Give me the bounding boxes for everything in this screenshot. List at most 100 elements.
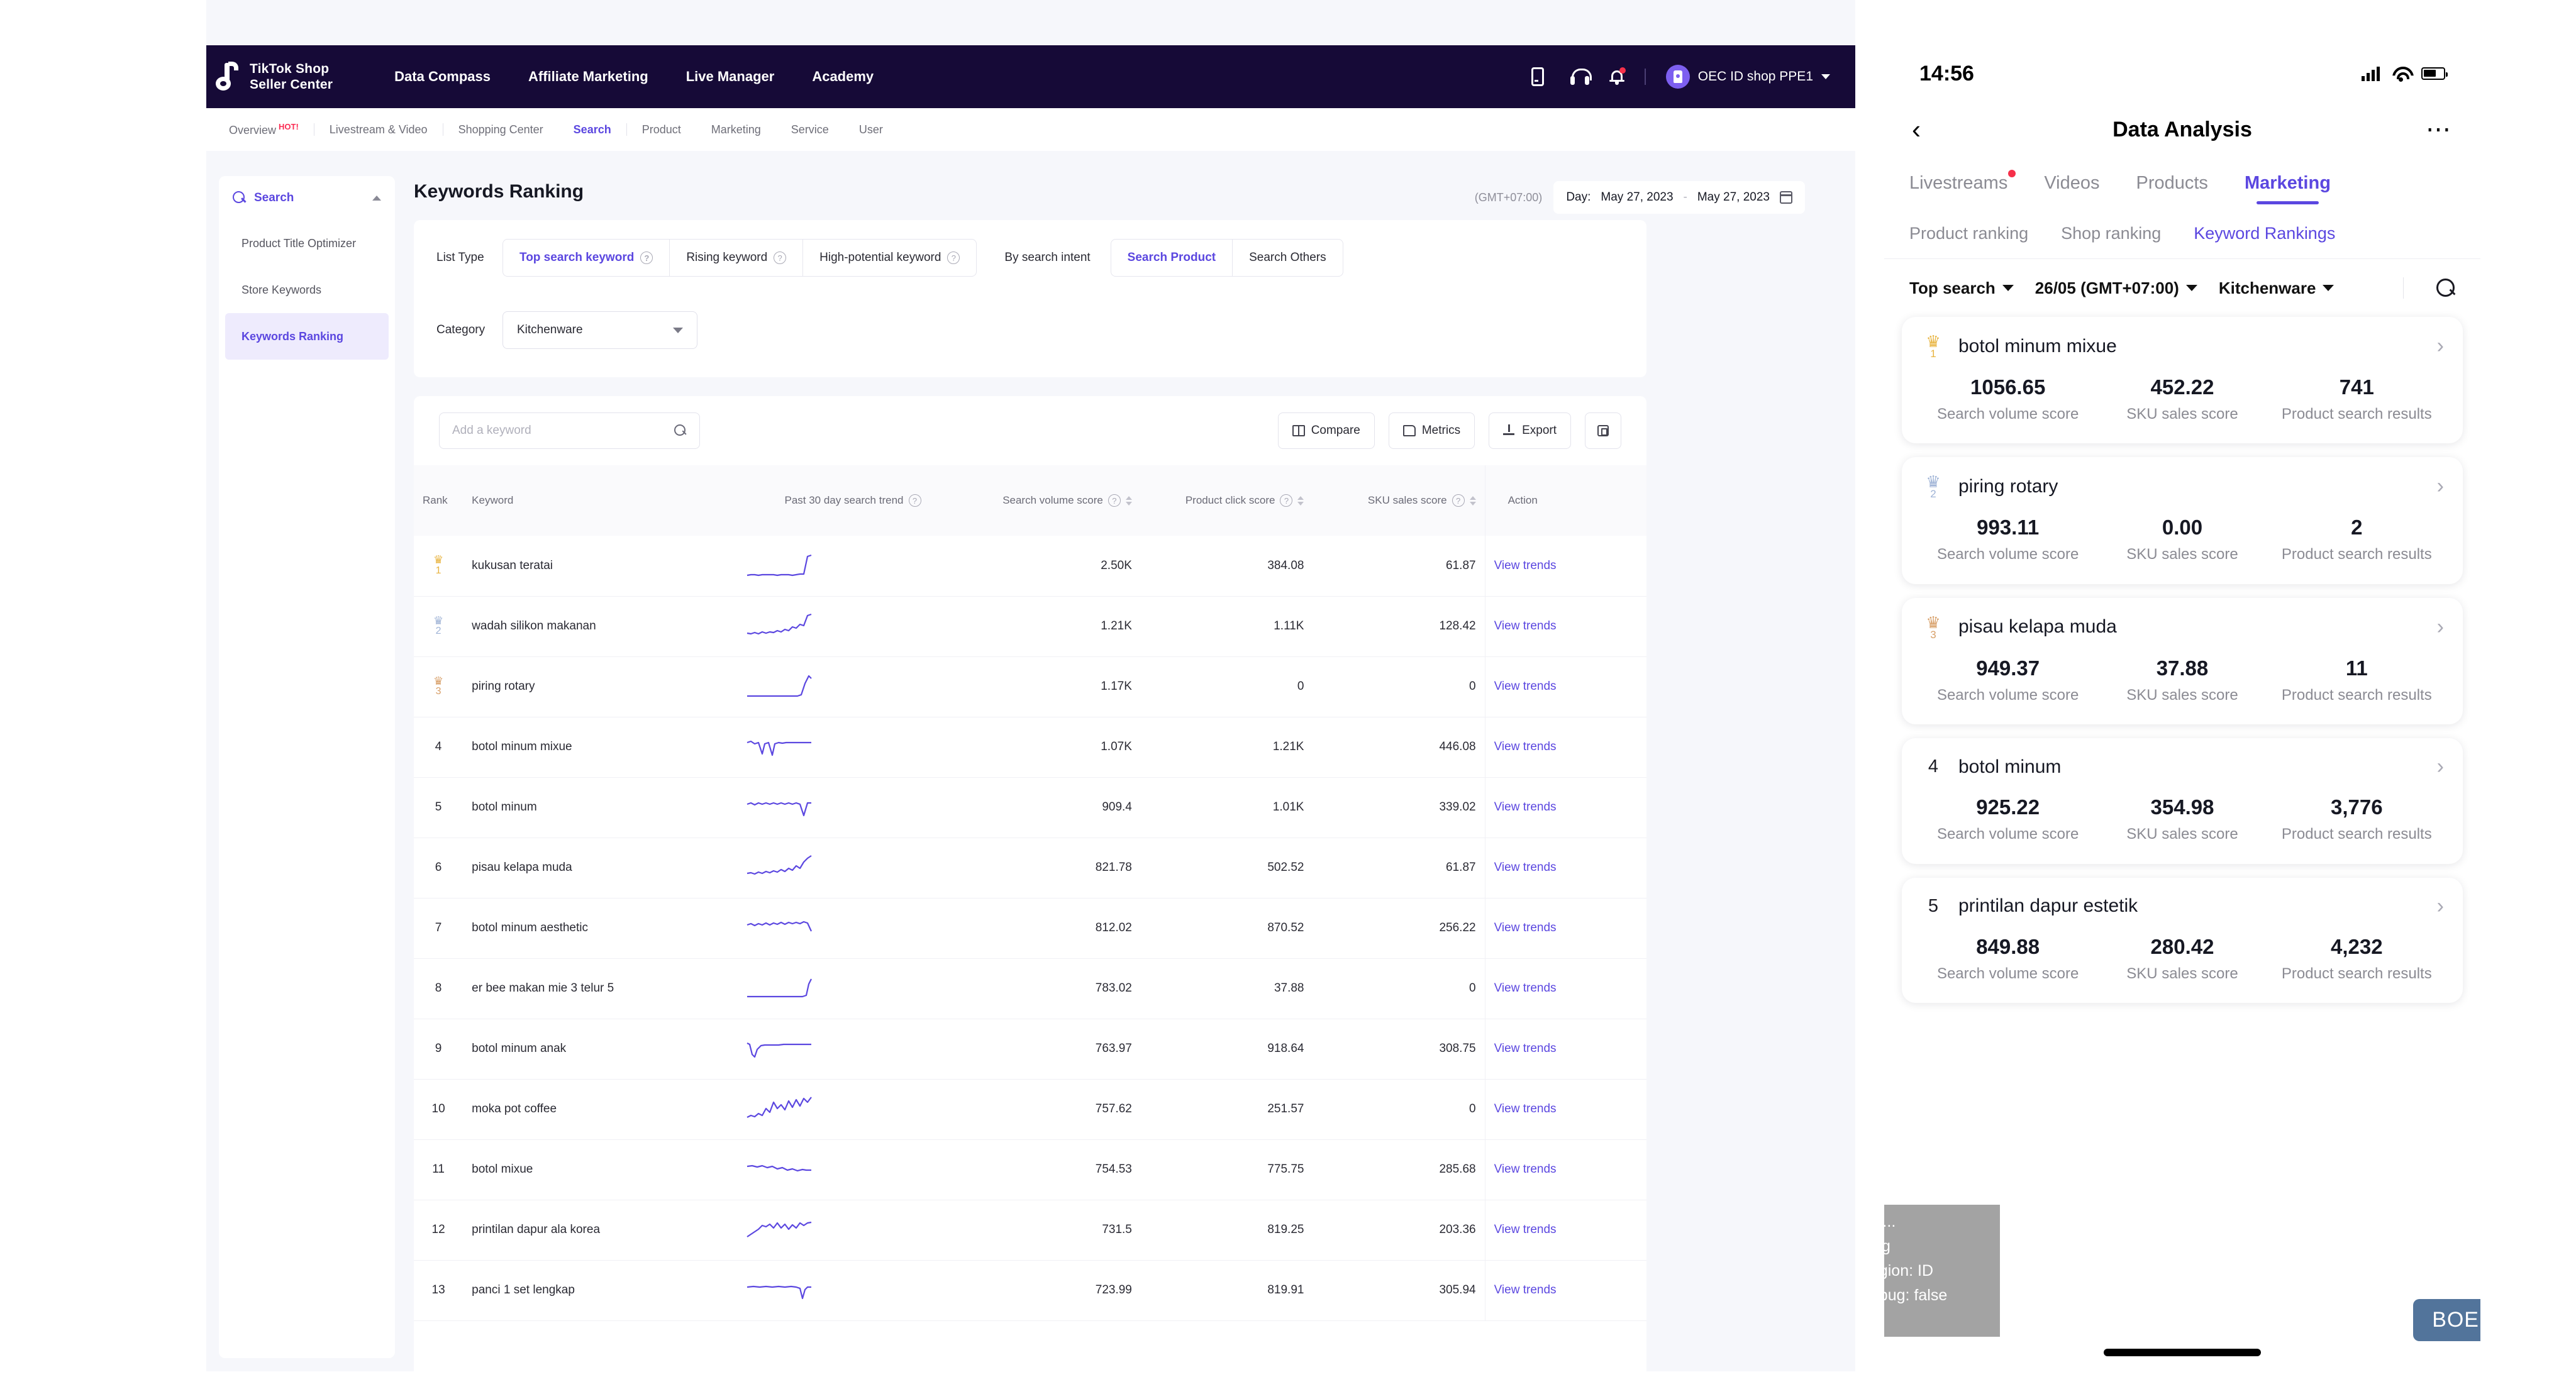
cell-search-volume-score: 763.97 bbox=[969, 1019, 1141, 1080]
chevron-right-icon[interactable]: › bbox=[2437, 755, 2444, 779]
keyword-card[interactable]: 5 printilan dapur estetik › 849.88 Search vo… bbox=[1902, 877, 2463, 1003]
view-trends-link[interactable]: View trends bbox=[1494, 1042, 1557, 1055]
view-trends-link[interactable]: View trends bbox=[1494, 1163, 1557, 1176]
rank-crown-icon: ♛ 1 bbox=[433, 553, 444, 577]
subnav-item-service[interactable]: Service bbox=[776, 123, 844, 136]
notification-bell-icon[interactable] bbox=[1609, 67, 1626, 85]
card-header: ♛ 1 botol minum mixue › bbox=[1921, 333, 2444, 359]
view-trends-link[interactable]: View trends bbox=[1494, 800, 1557, 814]
chevron-right-icon[interactable]: › bbox=[2437, 334, 2444, 358]
view-trends-link[interactable]: View trends bbox=[1494, 619, 1557, 633]
subnav-item-search[interactable]: Search bbox=[558, 123, 626, 136]
cell-rank: 10 bbox=[414, 1079, 464, 1140]
list-type-high-potential-keyword[interactable]: High-potential keyword ? bbox=[803, 240, 976, 276]
back-chevron-icon[interactable]: ‹ bbox=[1912, 116, 1921, 143]
view-trends-link[interactable]: View trends bbox=[1494, 740, 1557, 753]
topnav-item-affiliate-marketing[interactable]: Affiliate Marketing bbox=[528, 69, 648, 85]
list-type-top-search-keyword[interactable]: Top search keyword ? bbox=[503, 240, 670, 276]
compare-button[interactable]: Compare bbox=[1277, 412, 1375, 449]
tiktok-shop-logo[interactable]: TikTok Shop Seller Center bbox=[216, 61, 333, 92]
mobile-app-icon[interactable] bbox=[1531, 67, 1550, 86]
sidebar-item-store-keywords[interactable]: Store Keywords bbox=[219, 267, 395, 313]
more-options-icon[interactable]: ⋯ bbox=[2426, 117, 2453, 142]
filter-category[interactable]: Kitchenware bbox=[2219, 279, 2334, 298]
subnav-item-overview[interactable]: Overview HOT! bbox=[214, 122, 314, 137]
copy-button[interactable] bbox=[1585, 412, 1621, 449]
search-icon[interactable] bbox=[674, 424, 687, 437]
help-icon[interactable]: ? bbox=[774, 252, 787, 264]
support-headset-icon[interactable] bbox=[1570, 69, 1592, 85]
tab-marketing[interactable]: Marketing bbox=[2245, 173, 2331, 204]
sort-icon[interactable] bbox=[1469, 495, 1476, 506]
list-type-rising-keyword[interactable]: Rising keyword ? bbox=[670, 240, 804, 276]
subnav-item-shopping-center[interactable]: Shopping Center bbox=[443, 123, 558, 136]
sort-icon[interactable] bbox=[1297, 495, 1304, 506]
filter-date[interactable]: 26/05 (GMT+07:00) bbox=[2035, 279, 2197, 298]
sidebar-item-product-title-optimizer[interactable]: Product Title Optimizer bbox=[219, 220, 395, 267]
cell-sku-sales-score: 0 bbox=[1313, 656, 1485, 717]
sparkline-chart bbox=[747, 554, 812, 576]
sidebar-item-keywords-ranking[interactable]: Keywords Ranking bbox=[225, 313, 389, 360]
account-menu[interactable]: OEC ID shop PPE1 bbox=[1665, 65, 1830, 89]
help-icon[interactable]: ? bbox=[1280, 494, 1293, 507]
view-trends-link[interactable]: View trends bbox=[1494, 921, 1557, 934]
date-range-picker[interactable]: Day: May 27, 2023 - May 27, 2023 bbox=[1553, 181, 1805, 214]
keyword-card[interactable]: ♛ 1 botol minum mixue › 1056.65 Search volume… bbox=[1902, 317, 2463, 444]
export-button[interactable]: Export bbox=[1489, 412, 1571, 449]
chevron-right-icon[interactable]: › bbox=[2437, 894, 2444, 919]
subtab-shop-ranking[interactable]: Shop ranking bbox=[2061, 224, 2161, 243]
cell-action: View trends bbox=[1484, 1079, 1646, 1140]
search-icon[interactable] bbox=[2436, 279, 2455, 297]
cell-sku-sales-score: 305.94 bbox=[1313, 1260, 1485, 1321]
keyword-card[interactable]: ♛ 2 piring rotary › 993.11 Search volume scor… bbox=[1902, 457, 2463, 584]
help-icon[interactable]: ? bbox=[1108, 494, 1121, 507]
subnav-item-livestream-video[interactable]: Livestream & Video bbox=[314, 123, 443, 136]
sort-icon[interactable] bbox=[1125, 495, 1132, 506]
keyword-card[interactable]: ♛ 3 pisau kelapa muda › 949.37 Search volume … bbox=[1902, 597, 2463, 725]
sparkline-chart bbox=[747, 855, 812, 875]
card-stats: 949.37 Search volume score 37.88 SKU sales … bbox=[1921, 656, 2444, 705]
help-icon[interactable]: ? bbox=[1452, 494, 1465, 507]
view-trends-link[interactable]: View trends bbox=[1494, 1223, 1557, 1236]
help-icon[interactable]: ? bbox=[908, 494, 921, 507]
chevron-right-icon[interactable]: › bbox=[2437, 474, 2444, 499]
subtab-product-ranking[interactable]: Product ranking bbox=[1909, 224, 2028, 243]
tiktok-note-icon bbox=[216, 62, 243, 92]
view-trends-link[interactable]: View trends bbox=[1494, 982, 1557, 995]
topnav-item-live-manager[interactable]: Live Manager bbox=[686, 69, 775, 85]
sidebar-group-search[interactable]: Search bbox=[219, 176, 395, 220]
table-row: 4 botol minum mixue 1.07K 1.21K 446.08 View t… bbox=[414, 717, 1646, 778]
tab-videos[interactable]: Videos bbox=[2044, 173, 2099, 194]
view-trends-link[interactable]: View trends bbox=[1494, 559, 1557, 572]
view-trends-link[interactable]: View trends bbox=[1494, 1283, 1557, 1297]
category-select[interactable]: Kitchenware bbox=[502, 311, 697, 349]
tab-products[interactable]: Products bbox=[2136, 173, 2207, 194]
view-trends-link[interactable]: View trends bbox=[1494, 861, 1557, 874]
metrics-button[interactable]: Metrics bbox=[1388, 412, 1475, 449]
copy-icon bbox=[1597, 425, 1609, 436]
topnav-item-data-compass[interactable]: Data Compass bbox=[394, 69, 491, 85]
topnav-item-academy[interactable]: Academy bbox=[812, 69, 874, 85]
help-icon[interactable]: ? bbox=[640, 252, 653, 264]
card-header: 5 printilan dapur estetik › bbox=[1921, 894, 2444, 919]
keyword-card[interactable]: 4 botol minum › 925.22 Search volume score 35… bbox=[1902, 738, 2463, 864]
cell-rank: 4 bbox=[414, 717, 464, 778]
chevron-right-icon[interactable]: › bbox=[2437, 615, 2444, 639]
cell-search-trend bbox=[736, 1079, 969, 1140]
boe-floating-button[interactable]: BOE bbox=[2413, 1299, 2480, 1341]
sparkline-chart bbox=[747, 978, 812, 998]
add-keyword-input[interactable]: Add a keyword bbox=[439, 412, 700, 449]
subtab-keyword-rankings[interactable]: Keyword Rankings bbox=[2194, 224, 2335, 243]
subnav-item-user[interactable]: User bbox=[844, 123, 898, 136]
intent-search-others[interactable]: Search Others bbox=[1233, 240, 1343, 276]
subnav-item-product[interactable]: Product bbox=[627, 123, 696, 136]
subnav-item-marketing[interactable]: Marketing bbox=[696, 123, 776, 136]
filter-top-search[interactable]: Top search bbox=[1909, 279, 2014, 298]
tab-livestreams[interactable]: Livestreams bbox=[1909, 169, 2016, 194]
help-icon[interactable]: ? bbox=[947, 252, 960, 264]
cell-search-trend bbox=[736, 838, 969, 899]
view-trends-link[interactable]: View trends bbox=[1494, 680, 1557, 693]
intent-search-product[interactable]: Search Product bbox=[1111, 240, 1233, 276]
view-trends-link[interactable]: View trends bbox=[1494, 1102, 1557, 1115]
filters-card: List Type Top search keyword ? Rising ke… bbox=[414, 220, 1646, 377]
